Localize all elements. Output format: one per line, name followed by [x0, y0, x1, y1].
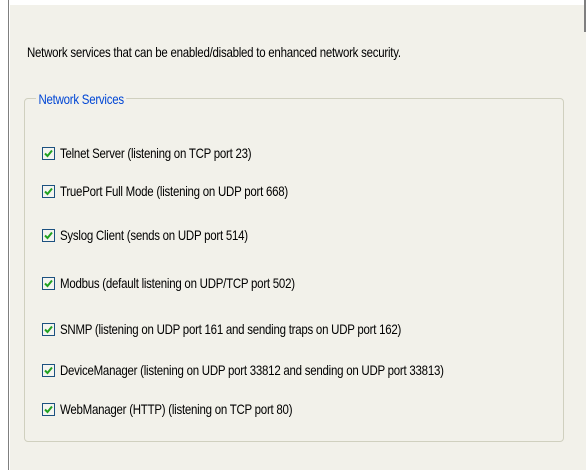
syslog-client-checkbox-row[interactable]: Syslog Client (sends on UDP port 514)	[42, 225, 289, 245]
left-divider-line	[8, 0, 9, 470]
checkmark-icon	[44, 187, 53, 195]
syslog-client-label: Syslog Client (sends on UDP port 514)	[60, 227, 248, 243]
description-text: Network services that can be enabled/dis…	[27, 44, 401, 60]
network-services-panel: Network services that can be enabled/dis…	[0, 0, 586, 470]
checkmark-icon	[44, 231, 53, 239]
telnet-server-checkbox-row[interactable]: Telnet Server (listening on TCP port 23)	[42, 143, 293, 163]
modbus-checkbox[interactable]	[42, 276, 55, 290]
snmp-checkbox[interactable]	[42, 322, 55, 336]
groupbox-title: Network Services	[36, 91, 127, 107]
syslog-client-checkbox[interactable]	[42, 228, 55, 242]
checkmark-icon	[44, 405, 53, 413]
telnet-server-label: Telnet Server (listening on TCP port 23)	[60, 145, 252, 161]
top-border	[0, 0, 586, 5]
devicemanager-checkbox[interactable]	[42, 363, 55, 377]
webmanager-checkbox-row[interactable]: WebManager (HTTP) (listening on TCP port…	[42, 399, 343, 419]
devicemanager-label: DeviceManager (listening on UDP port 338…	[60, 362, 444, 378]
checkmark-icon	[44, 366, 53, 374]
modbus-label: Modbus (default listening on UDP/TCP por…	[60, 275, 295, 291]
snmp-checkbox-row[interactable]: SNMP (listening on UDP port 161 and send…	[42, 319, 476, 339]
trueport-full-mode-checkbox[interactable]	[42, 184, 55, 198]
telnet-server-checkbox[interactable]	[42, 146, 55, 160]
checkmark-icon	[44, 149, 53, 157]
checkmark-icon	[44, 325, 53, 333]
trueport-full-mode-label: TruePort Full Mode (listening on UDP por…	[60, 183, 288, 199]
devicemanager-checkbox-row[interactable]: DeviceManager (listening on UDP port 338…	[42, 360, 528, 380]
webmanager-checkbox[interactable]	[42, 402, 55, 416]
trueport-full-mode-checkbox-row[interactable]: TruePort Full Mode (listening on UDP por…	[42, 181, 338, 201]
snmp-label: SNMP (listening on UDP port 161 and send…	[60, 321, 402, 337]
modbus-checkbox-row[interactable]: Modbus (default listening on UDP/TCP por…	[42, 273, 346, 293]
webmanager-label: WebManager (HTTP) (listening on TCP port…	[60, 401, 293, 417]
checkmark-icon	[44, 279, 53, 287]
